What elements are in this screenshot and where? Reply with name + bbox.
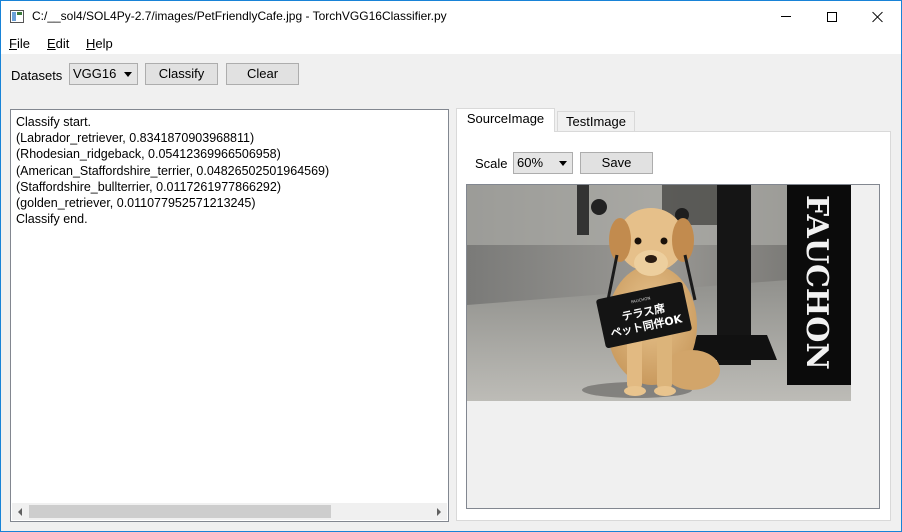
log-line: (Staffordshire_bullterrier, 0.0117261977…: [16, 179, 282, 194]
close-icon: [872, 11, 884, 23]
chevron-down-icon: [559, 161, 567, 166]
log-line: Classify start.: [16, 115, 92, 129]
menu-file-label: ile: [16, 36, 30, 51]
minimize-icon: [781, 16, 791, 17]
window-title: C:/__sol4/SOL4Py-2.7/images/PetFriendlyC…: [32, 9, 447, 23]
log-line: (American_Staffordshire_terrier, 0.04826…: [16, 163, 330, 178]
menu-help[interactable]: Help: [86, 36, 113, 51]
menu-help-mnemonic: H: [86, 36, 96, 51]
chevron-down-icon: [124, 72, 132, 77]
scroll-left-icon[interactable]: [18, 508, 22, 516]
app-window: C:/__sol4/SOL4Py-2.7/images/PetFriendlyC…: [0, 0, 902, 532]
scroll-right-icon[interactable]: [437, 508, 441, 516]
source-photo: FAUCHON FAUCHON テラス席 ペット同伴OK: [467, 185, 851, 401]
horizontal-scrollbar[interactable]: [12, 503, 447, 520]
clear-button[interactable]: Clear: [226, 63, 299, 85]
menu-edit[interactable]: Edit: [47, 36, 69, 51]
menu-edit-label: dit: [55, 36, 70, 51]
scale-select[interactable]: 60%: [513, 152, 573, 174]
minimize-button[interactable]: [763, 1, 809, 32]
classify-button[interactable]: Classify: [145, 63, 218, 85]
app-icon: [10, 10, 24, 23]
scale-label: Scale: [475, 156, 508, 171]
tab-test-image[interactable]: TestImage: [557, 111, 635, 132]
tab-source-image[interactable]: SourceImage: [456, 108, 555, 132]
scrollbar-thumb[interactable]: [29, 505, 331, 518]
maximize-button[interactable]: [809, 1, 855, 32]
image-viewer[interactable]: FAUCHON FAUCHON テラス席 ペット同伴OK: [466, 184, 880, 509]
wall-brand-text: FAUCHON: [799, 195, 834, 370]
maximize-icon: [827, 11, 837, 22]
menu-edit-mnemonic: E: [47, 36, 56, 51]
menu-bar: File Edit Help: [1, 32, 901, 54]
log-line: (Labrador_retriever, 0.8341870903968811): [16, 131, 255, 146]
log-line: Classify end.: [16, 212, 88, 227]
datasets-select-value: VGG16: [73, 66, 117, 81]
menu-file[interactable]: File: [9, 36, 30, 51]
close-button[interactable]: [855, 1, 901, 32]
log-line: (Rhodesian_ridgeback, 0.0541236996650695…: [16, 147, 281, 162]
menu-help-label: elp: [95, 36, 113, 51]
log-line: (golden_retriever, 0.011077952571213245): [16, 196, 256, 211]
classification-log[interactable]: Classify start. (Labrador_retriever, 0.8…: [10, 109, 449, 522]
datasets-select[interactable]: VGG16: [69, 63, 138, 85]
menu-file-mnemonic: F: [9, 36, 17, 51]
title-bar[interactable]: C:/__sol4/SOL4Py-2.7/images/PetFriendlyC…: [1, 1, 901, 32]
save-button[interactable]: Save: [580, 152, 653, 174]
scale-select-value: 60%: [517, 155, 544, 170]
datasets-label: Datasets: [11, 68, 63, 83]
dog-photo-image: FAUCHON FAUCHON テラス席 ペット同伴OK: [467, 185, 851, 401]
log-lines: Classify start. (Labrador_retriever, 0.8…: [16, 114, 329, 227]
